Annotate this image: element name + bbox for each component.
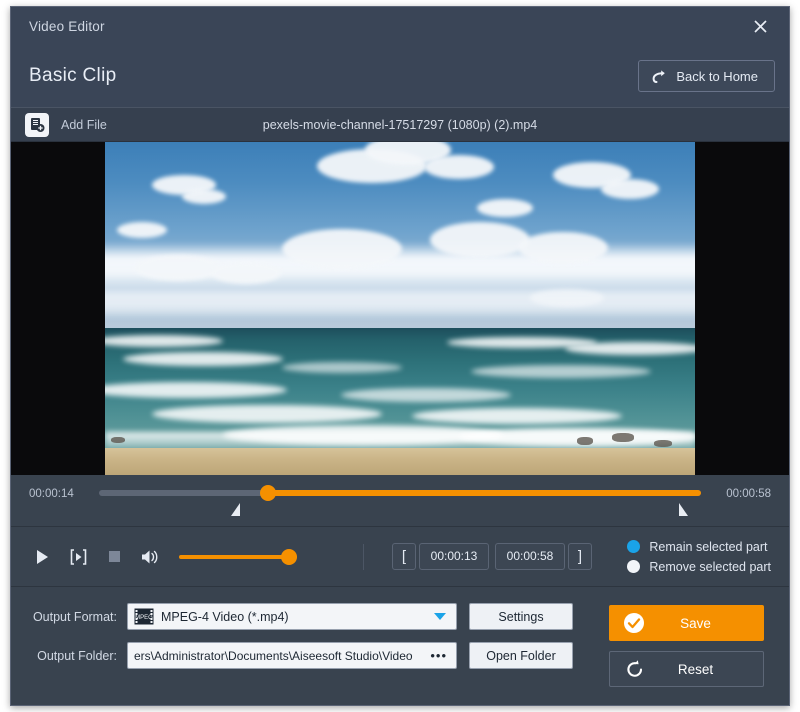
volume-button[interactable] [137, 544, 163, 570]
trim-start-input[interactable]: 00:00:13 [419, 543, 489, 570]
surf-shape [105, 381, 288, 398]
surf-shape [152, 405, 383, 424]
set-end-bracket-button[interactable]: ] [568, 543, 592, 570]
video-preview[interactable] [11, 142, 789, 475]
playback-controls: [ 00:00:13 00:00:58 ] Remain selected pa… [11, 527, 789, 587]
frame-step-icon [70, 548, 86, 565]
frame-step-button[interactable] [65, 544, 91, 570]
back-to-home-button[interactable]: Back to Home [638, 60, 775, 92]
trim-time-group: [ 00:00:13 00:00:58 ] [392, 543, 592, 570]
browse-folder-button[interactable]: ••• [427, 648, 450, 663]
cloud-shape [423, 155, 494, 180]
save-label: Save [680, 615, 711, 631]
trim-handle-start[interactable] [231, 503, 241, 516]
current-filename: pexels-movie-channel-17517297 (1080p) (2… [262, 117, 538, 132]
redo-arrow-icon [652, 69, 665, 83]
stop-icon [108, 551, 120, 562]
open-folder-button[interactable]: Open Folder [469, 642, 573, 669]
output-format-value: MPEG-4 Video (*.mp4) [161, 609, 289, 624]
trim-handle-end[interactable] [678, 503, 688, 516]
cloud-shape [476, 198, 533, 217]
cloud-shape [529, 288, 604, 307]
page-title: Basic Clip [29, 65, 117, 86]
timeline-total-time: 00:00:58 [726, 488, 771, 500]
surf-shape [282, 361, 402, 373]
rock-shape [612, 432, 635, 442]
cloud-shape [211, 261, 282, 284]
trim-end-input[interactable]: 00:00:58 [495, 543, 565, 570]
output-fields: Output Format: MPEG MPEG-4 Video (*.mp4)… [29, 603, 609, 705]
volume-icon [141, 550, 157, 563]
back-to-home-label: Back to Home [676, 68, 758, 84]
volume-track [179, 554, 297, 559]
reset-icon-wrap [618, 659, 652, 680]
video-frame [105, 142, 695, 475]
timeline-track-area[interactable] [99, 485, 701, 517]
video-editor-window: Video Editor Basic Clip Back to Home Add… [10, 6, 790, 706]
surf-shape [122, 351, 283, 366]
surf-shape [565, 341, 695, 355]
cloud-shape [181, 188, 226, 204]
cloud-shape [116, 221, 167, 238]
add-file-button[interactable] [25, 112, 49, 137]
action-buttons: Save Reset [609, 603, 771, 705]
radio-remain-label: Remain selected part [649, 539, 768, 554]
play-button[interactable] [29, 544, 55, 570]
timeline-bar: 00:00:14 00:00:58 [11, 475, 789, 527]
rock-shape [110, 437, 125, 444]
cloud-shape [282, 228, 402, 269]
volume-knob[interactable] [281, 548, 297, 565]
cloud-shape [134, 255, 221, 282]
reset-button[interactable]: Reset [609, 651, 764, 687]
add-file-label[interactable]: Add File [61, 118, 107, 132]
rock-shape [577, 437, 593, 446]
cloud-shape [518, 231, 608, 264]
settings-button[interactable]: Settings [469, 603, 573, 630]
output-folder-input[interactable]: ers\Administrator\Documents\Aiseesoft St… [127, 642, 457, 669]
check-circle-icon [624, 613, 644, 633]
timeline-selection-fill [267, 490, 701, 496]
mpeg-film-icon: MPEG [134, 608, 154, 625]
output-format-select[interactable]: MPEG MPEG-4 Video (*.mp4) [127, 603, 457, 630]
output-format-label: Output Format: [32, 609, 117, 624]
radio-unselected-icon [627, 560, 641, 573]
timeline-playhead[interactable] [259, 485, 276, 501]
save-button[interactable]: Save [609, 605, 764, 641]
reset-label: Reset [677, 661, 714, 677]
output-panel: Output Format: MPEG MPEG-4 Video (*.mp4)… [11, 587, 789, 705]
output-folder-label: Output Folder: [37, 648, 117, 663]
selection-mode-group: Remain selected part Remove selected par… [627, 540, 771, 574]
output-folder-value: ers\Administrator\Documents\Aiseesoft St… [134, 648, 413, 663]
set-start-bracket-button[interactable]: [ [392, 543, 416, 570]
output-format-row: Output Format: MPEG MPEG-4 Video (*.mp4)… [29, 603, 609, 630]
title-bar: Video Editor [11, 7, 789, 45]
close-button[interactable] [745, 13, 775, 39]
beach-region [105, 448, 695, 475]
volume-slider[interactable] [179, 548, 297, 566]
file-bar: Add File pexels-movie-channel-17517297 (… [11, 107, 789, 142]
refresh-ccw-icon [627, 659, 643, 677]
save-icon-wrap [617, 612, 651, 634]
foam-edge [105, 432, 695, 449]
timeline-current-time: 00:00:14 [29, 488, 74, 500]
cloud-shape [600, 178, 659, 199]
output-folder-row: Output Folder: ers\Administrator\Documen… [29, 642, 609, 669]
chevron-down-icon[interactable] [434, 613, 446, 620]
window-title: Video Editor [29, 18, 105, 34]
radio-remain-selected-part[interactable]: Remain selected part [627, 540, 771, 554]
radio-selected-icon [627, 540, 641, 553]
rock-shape [653, 439, 672, 447]
radio-remove-label: Remove selected part [649, 559, 771, 574]
surf-shape [470, 365, 651, 379]
radio-remove-selected-part[interactable]: Remove selected part [627, 560, 771, 574]
cloud-band [105, 281, 695, 316]
page-header: Basic Clip Back to Home [11, 45, 789, 107]
play-icon [37, 549, 48, 564]
svg-text:MPEG: MPEG [135, 615, 153, 621]
cloud-shape [429, 221, 530, 258]
add-file-icon [31, 117, 45, 132]
stop-button[interactable] [101, 544, 127, 570]
close-icon [753, 19, 767, 33]
controls-divider [363, 543, 364, 570]
